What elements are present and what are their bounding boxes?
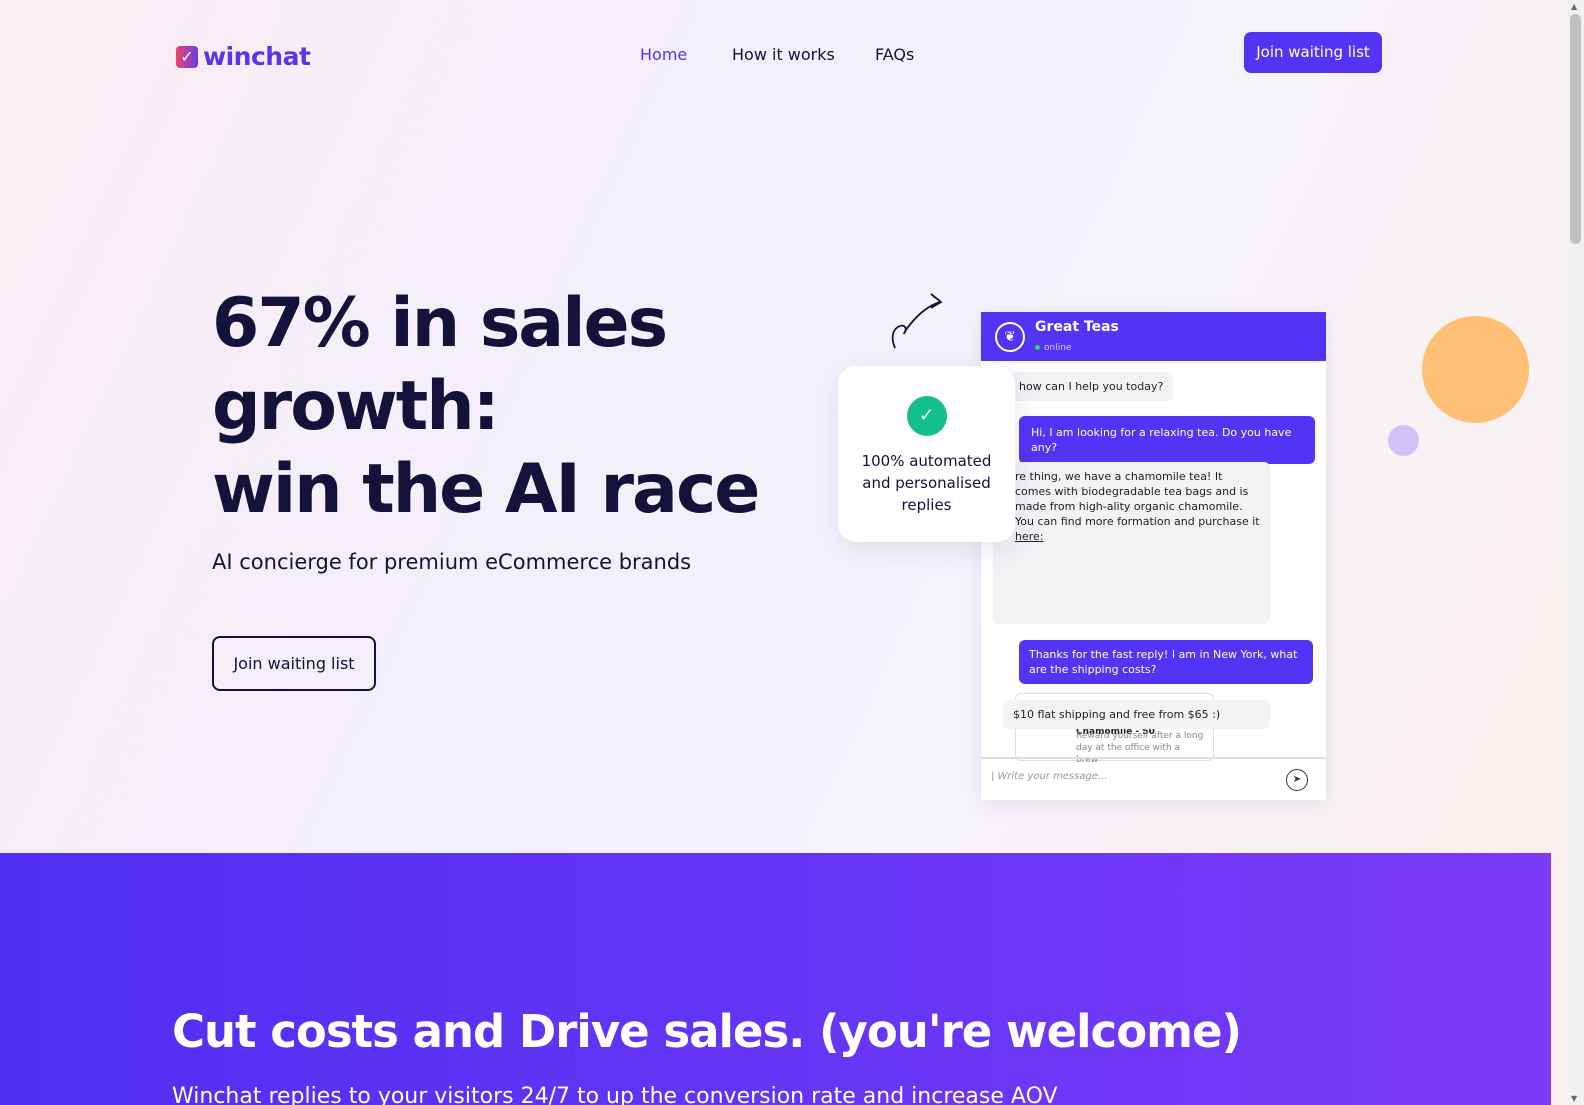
hero-title: 67% in sales growth: win the AI race bbox=[212, 284, 760, 529]
nav-home[interactable]: Home bbox=[640, 45, 687, 64]
check-icon: ✓ bbox=[176, 45, 198, 68]
curved-arrow-icon bbox=[891, 293, 943, 349]
navbar: ✓ winchat Home How it works FAQs Join wai… bbox=[0, 0, 1551, 110]
logo[interactable]: ✓ winchat bbox=[176, 42, 311, 71]
chat-message: $10 flat shipping and free from $65 :) bbox=[1003, 700, 1270, 729]
hero-join-button[interactable]: Join waiting list bbox=[212, 636, 376, 691]
decorative-dot bbox=[1388, 425, 1419, 456]
scrollbar-thumb[interactable] bbox=[1570, 14, 1581, 244]
nav-how-it-works[interactable]: How it works bbox=[732, 45, 835, 64]
nav-faqs[interactable]: FAQs bbox=[875, 45, 914, 64]
features-section: Cut costs and Drive sales. (you're welco… bbox=[0, 853, 1551, 1105]
leaf-icon: ❦ bbox=[995, 321, 1025, 352]
section-title: Cut costs and Drive sales. (you're welco… bbox=[172, 1005, 1242, 1058]
join-waiting-list-button[interactable]: Join waiting list bbox=[1244, 32, 1382, 73]
chat-message: re thing, we have a chamomile tea! It co… bbox=[993, 462, 1270, 765]
scroll-down-icon[interactable]: ▼ bbox=[1571, 1094, 1577, 1103]
chat-message: how can I help you today? bbox=[1009, 372, 1174, 401]
chat-message: Thanks for the fast reply! I am in New Y… bbox=[1019, 640, 1313, 684]
hero-subtitle: AI concierge for premium eCommerce brand… bbox=[212, 550, 692, 574]
send-icon[interactable]: ➤ bbox=[1286, 769, 1308, 791]
online-dot bbox=[1035, 345, 1040, 350]
decorative-circle bbox=[1422, 316, 1529, 423]
scrollbar[interactable]: ▲ ▼ bbox=[1567, 0, 1584, 1105]
chat-message: Hi, I am looking for a relaxing tea. Do … bbox=[1019, 416, 1315, 464]
chat-header: ❦ Great Teas online bbox=[981, 312, 1326, 361]
check-icon: ✓ bbox=[906, 396, 947, 436]
message-input[interactable]: | Write your message... ➤ bbox=[981, 757, 1326, 800]
automation-badge: ✓ 100% automated and personalised replie… bbox=[838, 366, 1015, 542]
scroll-up-icon[interactable]: ▲ bbox=[1571, 2, 1577, 11]
chat-widget: ❦ Great Teas online how can I help you to… bbox=[981, 312, 1326, 800]
section-text: Winchat replies to your visitors 24/7 to… bbox=[172, 1084, 1058, 1105]
product-link[interactable]: here: bbox=[1015, 530, 1044, 543]
